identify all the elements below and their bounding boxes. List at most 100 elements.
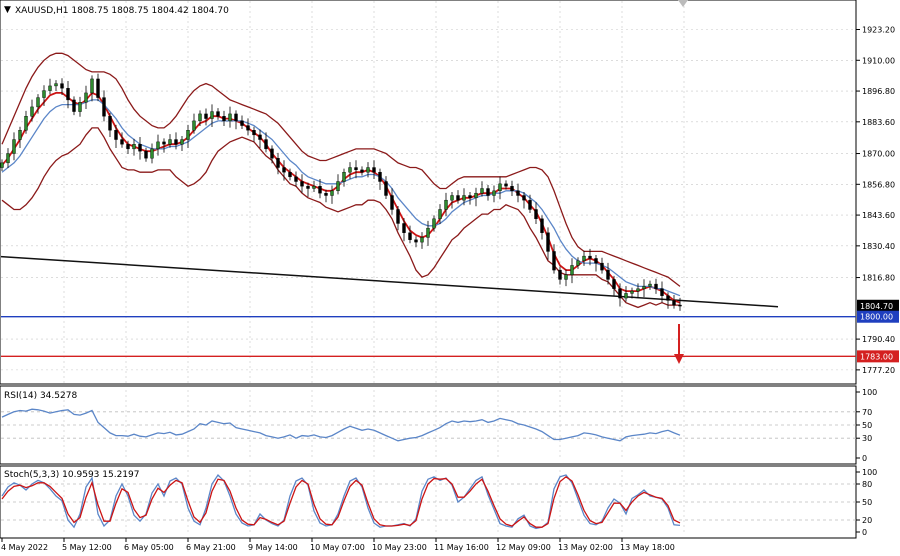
candle bbox=[300, 181, 304, 187]
chart-title: XAUUSD,H1 1808.75 1808.75 1804.42 1804.7… bbox=[15, 6, 229, 16]
candle bbox=[288, 171, 292, 178]
candle bbox=[348, 167, 352, 173]
time-tick-label: 5 May 12:00 bbox=[62, 543, 112, 552]
candle bbox=[228, 113, 232, 122]
candle bbox=[90, 78, 94, 94]
price-y-tick-label: 1896.80 bbox=[862, 87, 895, 96]
candle bbox=[6, 153, 10, 164]
stoch-y-tick-label: 20 bbox=[862, 516, 872, 525]
candle bbox=[198, 113, 202, 122]
candle bbox=[432, 218, 436, 229]
candle bbox=[54, 83, 58, 87]
price-y-axis: 1923.20 1910.00 1896.80 1883.60 1870.00 1856.… bbox=[856, 26, 899, 375]
candle bbox=[588, 255, 592, 259]
candle bbox=[594, 258, 598, 264]
time-tick-label: 13 May 18:00 bbox=[620, 543, 675, 552]
stoch-y-tick-label: 100 bbox=[862, 468, 877, 477]
stoch-panel[interactable]: Stoch(5,3,3) 10.9593 15.2197 100 80 50 20 0 bbox=[0, 465, 877, 539]
candle bbox=[120, 139, 124, 145]
candle bbox=[438, 209, 442, 220]
candle bbox=[612, 279, 616, 289]
candle bbox=[60, 83, 64, 89]
time-tick-label: 10 May 07:00 bbox=[310, 543, 365, 552]
candle bbox=[84, 92, 88, 103]
candle bbox=[450, 195, 454, 201]
price-y-tick-label: 1870.00 bbox=[862, 150, 895, 159]
rsi-y-tick-label: 50 bbox=[862, 421, 872, 430]
rsi-y-tick-label: 30 bbox=[862, 434, 872, 443]
stoch-title: Stoch(5,3,3) 10.9593 15.2197 bbox=[4, 470, 139, 480]
stoch-y-tick-label: 0 bbox=[862, 528, 867, 537]
candle bbox=[42, 90, 46, 98]
time-tick-label: 10 May 23:00 bbox=[372, 543, 427, 552]
time-tick-label: 6 May 05:00 bbox=[124, 543, 174, 552]
candle bbox=[384, 181, 388, 196]
candle bbox=[468, 195, 472, 199]
candle bbox=[270, 148, 274, 159]
candle bbox=[606, 269, 610, 280]
price-y-tick-label: 1777.20 bbox=[862, 366, 895, 375]
candle bbox=[156, 141, 160, 150]
candle bbox=[360, 169, 364, 173]
candle bbox=[18, 130, 22, 140]
candle bbox=[666, 295, 670, 301]
candle bbox=[648, 283, 652, 287]
candle bbox=[336, 181, 340, 192]
chart-title-arrow-icon: ▼ bbox=[4, 5, 11, 15]
candle bbox=[570, 265, 574, 275]
candle bbox=[498, 183, 502, 192]
candle bbox=[252, 130, 256, 136]
candle bbox=[114, 130, 118, 140]
time-tick-label: 13 May 02:00 bbox=[558, 543, 613, 552]
price-panel[interactable]: ▼ XAUUSD,H1 1808.75 1808.75 1804.42 1804… bbox=[0, 0, 899, 385]
time-tick-label: 12 May 09:00 bbox=[496, 543, 551, 552]
candle bbox=[378, 171, 382, 182]
chart-root: ▼ XAUUSD,H1 1808.75 1808.75 1804.42 1804… bbox=[0, 0, 899, 552]
price-y-tick-label: 1816.80 bbox=[862, 274, 895, 283]
candle bbox=[258, 134, 262, 140]
candle bbox=[630, 290, 634, 294]
candle bbox=[600, 262, 604, 271]
time-tick-label: 11 May 16:00 bbox=[434, 543, 489, 552]
time-tick-label: 9 May 14:00 bbox=[248, 543, 298, 552]
price-y-tick-label: 1910.00 bbox=[862, 56, 895, 65]
candle bbox=[48, 85, 52, 91]
rsi-y-tick-label: 100 bbox=[862, 388, 877, 397]
price-y-tick-label: 1790.40 bbox=[862, 335, 895, 344]
candle bbox=[546, 232, 550, 252]
candle bbox=[654, 283, 658, 289]
candle bbox=[12, 139, 16, 154]
candle bbox=[132, 144, 136, 150]
candle bbox=[144, 151, 148, 159]
rsi-y-axis: 100 70 50 30 0 bbox=[856, 388, 877, 463]
candle bbox=[30, 106, 34, 117]
candle bbox=[462, 195, 466, 201]
candle bbox=[582, 255, 586, 261]
candle bbox=[420, 237, 424, 243]
price-y-tick-label: 1856.80 bbox=[862, 180, 895, 189]
candle bbox=[36, 97, 40, 108]
price-y-tick-label: 1923.20 bbox=[862, 26, 895, 35]
candle bbox=[180, 139, 184, 145]
price-y-tick-label: 1843.60 bbox=[862, 211, 895, 220]
candle bbox=[72, 99, 76, 112]
candle bbox=[372, 167, 376, 173]
candle bbox=[192, 120, 196, 131]
candle bbox=[366, 167, 370, 173]
candle bbox=[480, 188, 484, 194]
candle bbox=[408, 232, 412, 240]
price-label: 1783.00 bbox=[860, 352, 893, 361]
candle bbox=[558, 269, 562, 280]
candle bbox=[636, 288, 640, 292]
candle bbox=[330, 190, 334, 196]
rsi-panel[interactable]: RSI(14) 34.5278 100 70 50 30 0 bbox=[0, 385, 877, 465]
candle bbox=[660, 288, 664, 296]
candle bbox=[168, 139, 172, 145]
candle bbox=[390, 195, 394, 210]
candle bbox=[624, 293, 628, 299]
candle bbox=[222, 116, 226, 122]
candle bbox=[342, 171, 346, 182]
candle bbox=[108, 116, 112, 131]
price-label: 1804.70 bbox=[860, 302, 893, 311]
candle bbox=[510, 185, 514, 192]
